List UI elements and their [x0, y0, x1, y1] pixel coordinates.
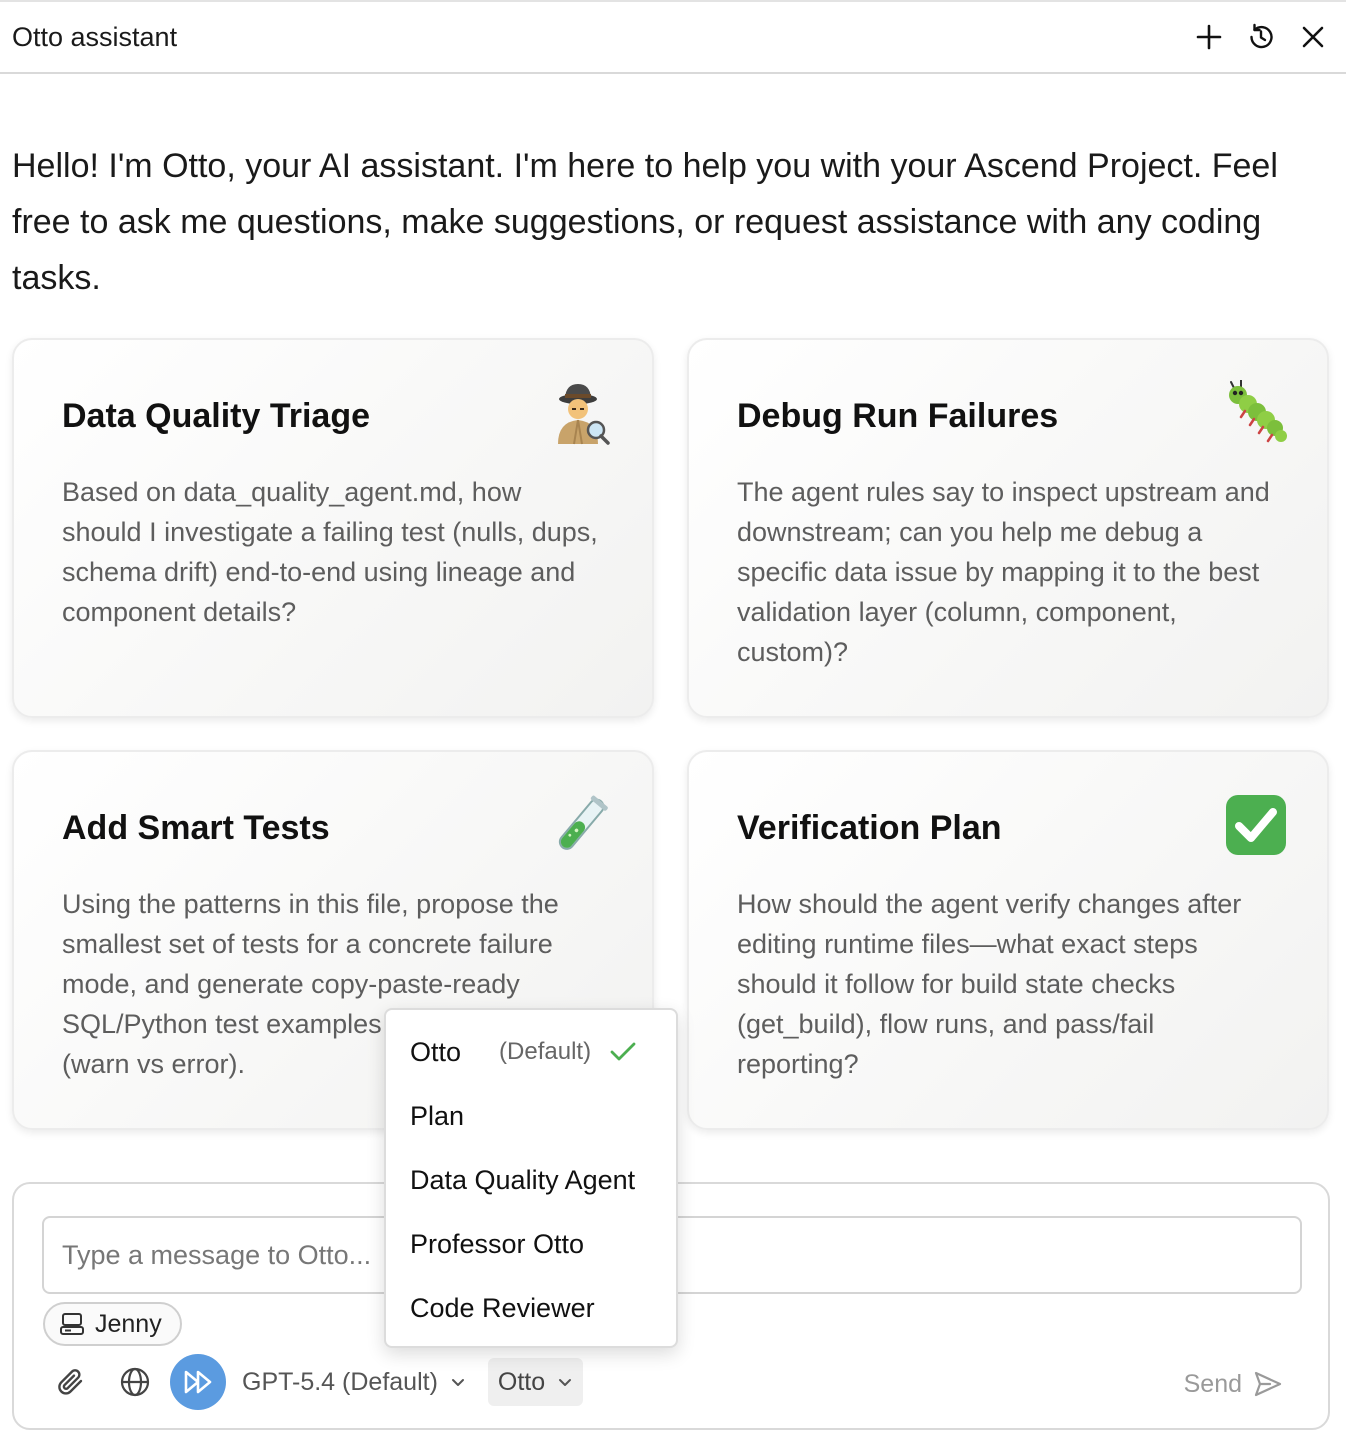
send-icon: [1254, 1371, 1282, 1397]
computer-icon: [60, 1313, 84, 1335]
card-body: The agent rules say to inspect upstream …: [737, 477, 1270, 667]
card-title: Add Smart Tests: [62, 809, 330, 847]
history-button[interactable]: [1246, 22, 1276, 52]
test-tube-emoji-icon: [558, 795, 608, 850]
suggestion-card-verification-plan[interactable]: Verification Plan How should the agent v…: [687, 750, 1329, 1130]
agent-dropdown-menu: Otto (Default) Plan Data Quality Agent P…: [384, 1008, 678, 1348]
send-button[interactable]: Send: [1184, 1368, 1284, 1400]
new-chat-button[interactable]: [1194, 22, 1224, 52]
fast-mode-button[interactable]: [170, 1354, 226, 1410]
agent-option-label: Data Quality Agent: [410, 1164, 636, 1195]
plus-icon: [1196, 24, 1222, 50]
agent-option-label: Otto: [410, 1036, 462, 1067]
context-chip[interactable]: Jenny: [43, 1302, 182, 1346]
detective-emoji-icon: [558, 384, 610, 445]
agent-option-label: Professor Otto: [410, 1228, 585, 1259]
fast-forward-icon: [184, 1370, 212, 1394]
chevron-down-icon: [559, 1379, 572, 1386]
agent-option-plan[interactable]: Plan: [386, 1084, 676, 1148]
composer-toolbar: GPT-5.4 (Default) Otto: [54, 1354, 584, 1410]
paperclip-icon: [58, 1369, 83, 1395]
agent-option-label: Plan: [410, 1100, 465, 1131]
card-title: Debug Run Failures: [737, 397, 1059, 435]
model-selector-label: GPT-5.4 (Default): [242, 1367, 438, 1396]
card-title: Data Quality Triage: [62, 397, 370, 435]
header-actions: [1194, 22, 1328, 52]
agent-option-label: Code Reviewer: [410, 1292, 595, 1323]
send-label: Send: [1183, 1369, 1242, 1398]
agent-selector-label: Otto: [497, 1367, 546, 1396]
globe-icon: [120, 1367, 150, 1397]
agent-selector[interactable]: Otto: [487, 1358, 584, 1406]
agent-option-code-reviewer[interactable]: Code Reviewer: [386, 1276, 676, 1340]
web-search-button[interactable]: [118, 1365, 152, 1399]
suggestion-card-debug-run-failures[interactable]: Debug Run Failures The agent rules say t…: [687, 338, 1329, 718]
default-tag: (Default): [499, 1038, 592, 1065]
context-chip-label: Jenny: [95, 1309, 162, 1338]
agent-option-data-quality-agent[interactable]: Data Quality Agent: [386, 1148, 676, 1212]
attach-button[interactable]: [54, 1365, 88, 1399]
chevron-down-icon: [451, 1379, 464, 1386]
panel-title: Otto assistant: [12, 21, 178, 52]
model-selector[interactable]: GPT-5.4 (Default): [242, 1368, 466, 1397]
close-button[interactable]: [1298, 22, 1328, 52]
agent-option-otto[interactable]: Otto (Default): [386, 1020, 676, 1084]
card-title: Verification Plan: [737, 809, 1002, 847]
suggestion-card-data-quality-triage[interactable]: Data Quality Triage Based on data_qualit…: [12, 338, 654, 718]
check-icon: [610, 1042, 636, 1061]
history-icon: [1250, 23, 1273, 49]
intro-message: Hello! I'm Otto, your AI assistant. I'm …: [12, 147, 1278, 297]
close-icon: [1302, 26, 1324, 48]
card-body: Based on data_quality_agent.md, how shou…: [62, 477, 598, 627]
agent-option-professor-otto[interactable]: Professor Otto: [386, 1212, 676, 1276]
check-mark-emoji-icon: [1226, 795, 1286, 855]
card-body: How should the agent verify changes afte…: [737, 889, 1242, 1079]
panel-header: Otto assistant: [0, 0, 1346, 74]
bug-emoji-icon: [1229, 380, 1287, 443]
